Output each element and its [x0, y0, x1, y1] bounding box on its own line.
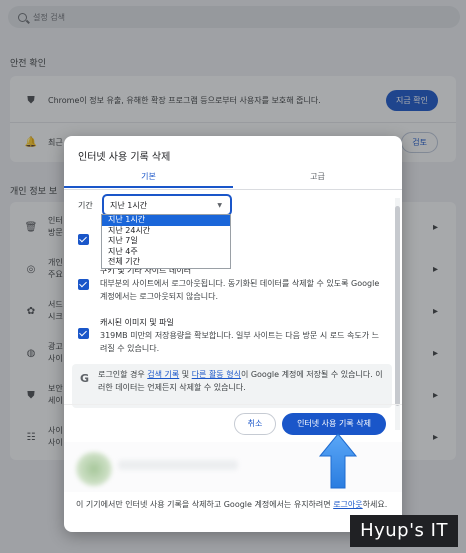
avatar [76, 452, 112, 486]
history-checkbox[interactable] [78, 234, 89, 245]
dropdown-caret-icon: ▼ [217, 202, 222, 209]
annotation-arrow-icon [318, 433, 358, 489]
note-text: 및 [179, 370, 192, 379]
watermark: Hyup's IT [350, 515, 458, 547]
tab-basic[interactable]: 기본 [64, 168, 233, 190]
time-range-label: 기간 [78, 201, 93, 210]
time-range-option[interactable]: 지난 1시간 [102, 215, 230, 226]
footer-text: 하세요. [362, 500, 388, 509]
dialog-title: 인터넷 사용 기록 삭제 [78, 152, 171, 163]
dialog-footer: 이 기기에서만 인터넷 사용 기록을 삭제하고 Google 계정에서는 유지하… [76, 498, 390, 511]
sign-out-link[interactable]: 로그아웃 [333, 500, 362, 509]
time-range-option[interactable]: 지난 4주 [102, 247, 230, 258]
search-history-link[interactable]: 검색 기록 [147, 370, 179, 379]
time-range-option[interactable]: 전체 기간 [102, 257, 230, 268]
note-text: 로그인할 경우 [98, 370, 148, 379]
time-range-option[interactable]: 지난 24시간 [102, 226, 230, 237]
time-range-select[interactable]: 지난 1시간 ▼ [102, 194, 232, 216]
dialog-scrollbar-thumb[interactable] [395, 206, 400, 406]
other-activity-link[interactable]: 다른 활동 형식 [192, 370, 241, 379]
cache-title: 캐시된 이미지 및 파일 [100, 318, 174, 327]
time-range-value: 지난 1시간 [110, 200, 148, 210]
footer-text: 이 기기에서만 인터넷 사용 기록을 삭제하고 Google 계정에서는 유지하… [76, 500, 334, 509]
cookies-desc: 대부분의 사이트에서 로그아웃됩니다. 동기화된 데이터를 삭제할 수 있도록 … [100, 279, 380, 301]
cookies-checkbox[interactable] [78, 279, 89, 290]
google-g-icon: G [80, 372, 90, 385]
cookies-item[interactable]: 쿠키 및 기타 사이트 데이터 대부분의 사이트에서 로그아웃됩니다. 동기화된… [78, 264, 384, 310]
cache-checkbox[interactable] [78, 328, 89, 339]
cache-item[interactable]: 캐시된 이미지 및 파일 319MB 미만의 저장용량을 확보합니다. 일부 사… [78, 316, 384, 362]
time-range-option[interactable]: 지난 7일 [102, 236, 230, 247]
cache-desc: 319MB 미만의 저장용량을 확보합니다. 일부 사이트는 다음 방문 시 로… [100, 331, 379, 353]
tab-advanced[interactable]: 고급 [233, 168, 402, 190]
dialog-tabs: 기본 고급 [64, 168, 402, 190]
time-range-options: 지난 1시간 지난 24시간 지난 7일 지난 4주 전체 기간 [101, 214, 231, 269]
google-account-note: G 로그인할 경우 검색 기록 및 다른 활동 형식이 Google 계정에 저… [72, 364, 392, 408]
cancel-button[interactable]: 취소 [234, 413, 276, 435]
profile-name-blurred [118, 460, 238, 470]
